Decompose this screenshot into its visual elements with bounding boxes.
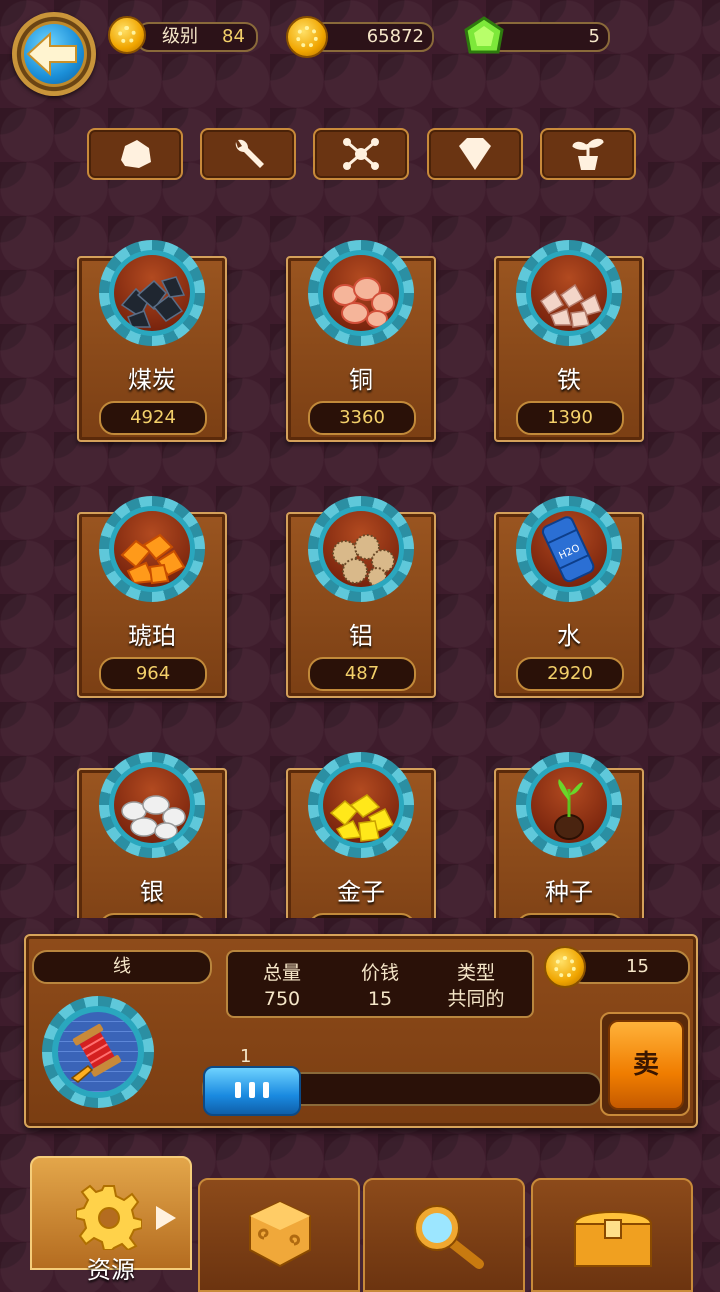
filter-tab-compounds[interactable]	[313, 128, 409, 180]
copper-icon	[323, 255, 399, 331]
resource-name: 银	[140, 878, 164, 906]
rock-icon	[121, 140, 151, 168]
play-arrow-icon	[156, 1206, 176, 1230]
molecule-icon	[343, 138, 379, 170]
resource-grid: 煤炭 4924 铜 3360 铁 1390 琥珀 964 铝 487 H2O 水…	[0, 230, 720, 918]
thread-spool-icon	[58, 1012, 138, 1092]
resource-card-coal[interactable]: 煤炭 4924	[77, 240, 227, 442]
resource-card-gold[interactable]: 金子	[286, 752, 436, 918]
diamond-icon	[459, 138, 491, 170]
amber-icon	[114, 511, 190, 587]
filter-tab-plants[interactable]	[540, 128, 636, 180]
nav-tab-search[interactable]	[363, 1178, 525, 1292]
resource-card-copper[interactable]: 铜 3360	[286, 240, 436, 442]
silver-icon	[114, 767, 190, 843]
item-name: 线	[113, 956, 131, 977]
sell-price-value: 15	[626, 956, 649, 977]
resource-count: 4924	[99, 401, 207, 435]
resource-card-aluminium[interactable]: 铝 487	[286, 496, 436, 698]
resource-name: 铁	[557, 366, 581, 394]
resource-count: 487	[308, 657, 416, 691]
nav-tab-storage[interactable]	[531, 1178, 693, 1292]
back-button[interactable]	[12, 12, 96, 96]
sell-price-display: 15	[544, 946, 690, 990]
filter-tab-tools[interactable]	[200, 128, 296, 180]
type-label: 类型	[456, 962, 495, 984]
resource-count	[308, 913, 416, 918]
sell-button[interactable]: 卖	[600, 1012, 690, 1116]
iron-icon	[531, 255, 607, 331]
quantity-slider-handle[interactable]	[203, 1066, 301, 1116]
total-label: 总量	[262, 962, 301, 984]
resource-name: 铜	[349, 366, 373, 394]
gem-value: 5	[588, 26, 600, 47]
wrench-icon	[235, 139, 264, 168]
price-label: 价钱	[360, 962, 399, 984]
level-value: 84	[222, 26, 245, 47]
gold-coin-icon	[544, 946, 586, 988]
filter-tab-gems[interactable]	[427, 128, 523, 180]
resource-card-silver[interactable]: 银	[77, 752, 227, 918]
resource-card-amber[interactable]: 琥珀 964	[77, 496, 227, 698]
level-indicator: 级别 84	[108, 16, 258, 56]
item-icon-badge	[42, 996, 154, 1108]
resource-name: 铝	[349, 622, 373, 650]
resource-name: 金子	[337, 878, 385, 906]
coal-icon	[114, 255, 190, 331]
back-arrow-icon	[26, 31, 77, 77]
resource-count: 1390	[516, 401, 624, 435]
item-name-label: 线	[32, 950, 212, 984]
nav-tab-crafting[interactable]	[198, 1178, 360, 1292]
magnifier-icon	[414, 1205, 484, 1269]
treasure-chest-icon	[573, 1211, 653, 1267]
green-gem-icon	[464, 16, 504, 54]
resource-count: 2920	[516, 657, 624, 691]
resource-name: 煤炭	[128, 366, 176, 394]
resource-count: 3360	[308, 401, 416, 435]
resource-card-water[interactable]: H2O 水 2920	[494, 496, 644, 698]
resource-card-seed[interactable]: 种子	[494, 752, 644, 918]
gear-icon	[76, 1184, 142, 1250]
gold-icon	[323, 767, 399, 843]
seed-icon	[531, 767, 607, 843]
aluminium-icon	[323, 511, 399, 587]
resource-count: 964	[99, 657, 207, 691]
level-gear-icon	[108, 16, 146, 54]
water-barrel-icon: H2O	[531, 511, 607, 587]
coin-value: 65872	[366, 26, 424, 47]
item-stats: 总量 750 价钱 15 类型 共同的	[226, 950, 534, 1018]
sprout-icon	[572, 138, 604, 170]
sell-button-label: 卖	[608, 1020, 684, 1110]
type-value: 共同的	[447, 988, 505, 1010]
resource-name: 琥珀	[128, 622, 176, 650]
nav-tab-resources[interactable]: 资源	[30, 1156, 192, 1284]
gold-coin-icon	[286, 16, 328, 58]
price-value: 15	[367, 988, 393, 1010]
resource-name: 水	[557, 622, 581, 650]
resource-name: 种子	[545, 878, 593, 906]
crate-icon	[249, 1200, 311, 1268]
coin-counter: 65872	[286, 16, 436, 58]
level-label: 级别	[162, 26, 198, 47]
resource-count	[99, 913, 207, 918]
quantity-value: 1	[240, 1046, 252, 1067]
filter-tab-minerals[interactable]	[87, 128, 183, 180]
resource-card-iron[interactable]: 铁 1390	[494, 240, 644, 442]
total-value: 750	[263, 988, 301, 1010]
gem-counter: 5	[462, 16, 612, 56]
resource-count	[516, 913, 624, 918]
